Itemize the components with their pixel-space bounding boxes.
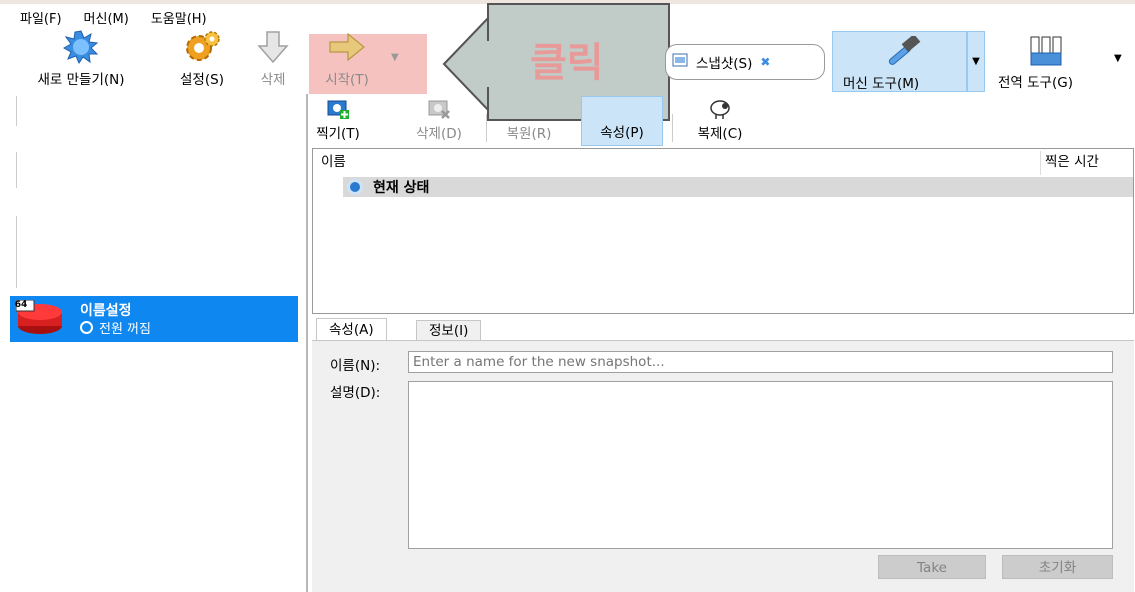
start-dropdown-arrow-icon[interactable]: ▼ xyxy=(391,52,399,63)
restore-label: 복원(R) xyxy=(506,126,552,142)
vm-arch-badge: 64 xyxy=(14,300,28,310)
close-icon[interactable]: ✖ xyxy=(760,55,770,69)
delete-snapshot-button[interactable]: 삭제(D) xyxy=(408,96,470,146)
separator xyxy=(672,114,673,142)
new-button[interactable]: 새로 만들기(N) xyxy=(16,30,146,94)
arrow-right-icon xyxy=(328,30,366,64)
snapshot-tree[interactable]: 이름 찍은 시간 현재 상태 xyxy=(312,148,1134,314)
vm-list-panel: 64 이름설정 전원 꺼짐 xyxy=(0,94,308,592)
properties-label: 속성(P) xyxy=(600,125,644,141)
separator xyxy=(16,252,17,288)
start-label: 시작(T) xyxy=(325,72,369,88)
separator xyxy=(16,96,17,126)
vm-name: 이름설정 xyxy=(80,303,132,319)
take-snapshot-button[interactable]: 찍기(T) xyxy=(310,96,366,146)
vm-list-item[interactable]: 64 이름설정 전원 꺼짐 xyxy=(10,296,298,342)
global-tools-dropdown-icon[interactable]: ▼ xyxy=(1114,53,1122,64)
clone-label: 복제(C) xyxy=(697,126,743,142)
power-state-icon xyxy=(347,179,363,195)
delete-label: 삭제 xyxy=(260,72,286,88)
new-machine-icon xyxy=(62,30,100,64)
machine-tools-dropdown-icon[interactable]: ▼ xyxy=(967,31,985,92)
separator xyxy=(16,152,17,188)
gear-icon xyxy=(183,30,221,64)
menu-file[interactable]: 파일(F) xyxy=(20,8,62,27)
restore-snapshot-button[interactable]: 복원(R) xyxy=(496,96,562,146)
start-button[interactable]: 시작(T) xyxy=(309,30,385,94)
sheep-icon xyxy=(708,98,732,120)
column-header-name[interactable]: 이름 xyxy=(321,149,346,175)
settings-button[interactable]: 설정(S) xyxy=(164,30,240,94)
tools-icon xyxy=(1028,33,1064,73)
properties-panel: 이름(N): 설명(D): Take 초기화 xyxy=(312,340,1134,592)
machine-tools-label: 머신 도구(M) xyxy=(843,76,920,92)
snapshot-toolbar: 찍기(T) 삭제(D) 복원(R) 속성(P) 복제(C) xyxy=(310,96,1135,146)
vm-state: 전원 꺼짐 xyxy=(80,318,151,337)
callout-label: 클릭 xyxy=(530,40,604,86)
menu-machine[interactable]: 머신(M) xyxy=(84,8,129,27)
name-label: 이름(N): xyxy=(330,358,381,374)
reset-button[interactable]: 초기화 xyxy=(1002,555,1113,579)
arrow-down-icon xyxy=(254,30,292,64)
current-state-label: 현재 상태 xyxy=(373,180,430,196)
separator xyxy=(16,216,17,252)
tab-info[interactable]: 정보(I) xyxy=(416,320,482,340)
snapshot-properties-button[interactable]: 속성(P) xyxy=(581,96,663,146)
table-row[interactable]: 현재 상태 xyxy=(343,177,1133,197)
snapshot-icon xyxy=(672,53,688,71)
separator xyxy=(486,114,487,142)
take-label: 찍기(T) xyxy=(316,126,360,142)
snapshot-description-input[interactable] xyxy=(408,381,1113,549)
snapshot-label: 스냅샷(S) xyxy=(696,56,753,72)
global-tools-button[interactable]: 전역 도구(G) ▼ xyxy=(990,31,1122,92)
details-tabs: 속성(A) 정보(I) xyxy=(312,318,1134,340)
power-icon xyxy=(80,321,93,334)
menu-help[interactable]: 도움말(H) xyxy=(151,8,207,27)
column-header-time[interactable]: 찍은 시간 xyxy=(1045,149,1099,175)
settings-label: 설정(S) xyxy=(180,72,224,88)
description-label: 설명(D): xyxy=(330,385,381,401)
camera-delete-icon xyxy=(427,98,451,120)
global-tools-label: 전역 도구(G) xyxy=(998,75,1073,91)
column-divider[interactable] xyxy=(1040,151,1041,175)
camera-add-icon xyxy=(326,98,350,120)
delete-button[interactable]: 삭제 xyxy=(250,30,296,94)
snapshot-tool-tab[interactable]: 스냅샷(S) ✖ xyxy=(665,44,825,80)
delete-snapshot-label: 삭제(D) xyxy=(416,126,462,142)
take-button[interactable]: Take xyxy=(878,555,986,579)
tab-info-label: 정보(I) xyxy=(429,323,469,339)
machine-tools-button[interactable]: 머신 도구(M) xyxy=(832,31,967,92)
snapshot-name-input[interactable] xyxy=(408,351,1113,373)
new-label: 새로 만들기(N) xyxy=(37,72,125,88)
clone-snapshot-button[interactable]: 복제(C) xyxy=(680,96,760,146)
tab-properties-label: 속성(A) xyxy=(329,322,374,338)
hammer-icon xyxy=(881,34,921,74)
vm-state-label: 전원 꺼짐 xyxy=(99,322,151,337)
tab-properties[interactable]: 속성(A) xyxy=(316,318,387,340)
